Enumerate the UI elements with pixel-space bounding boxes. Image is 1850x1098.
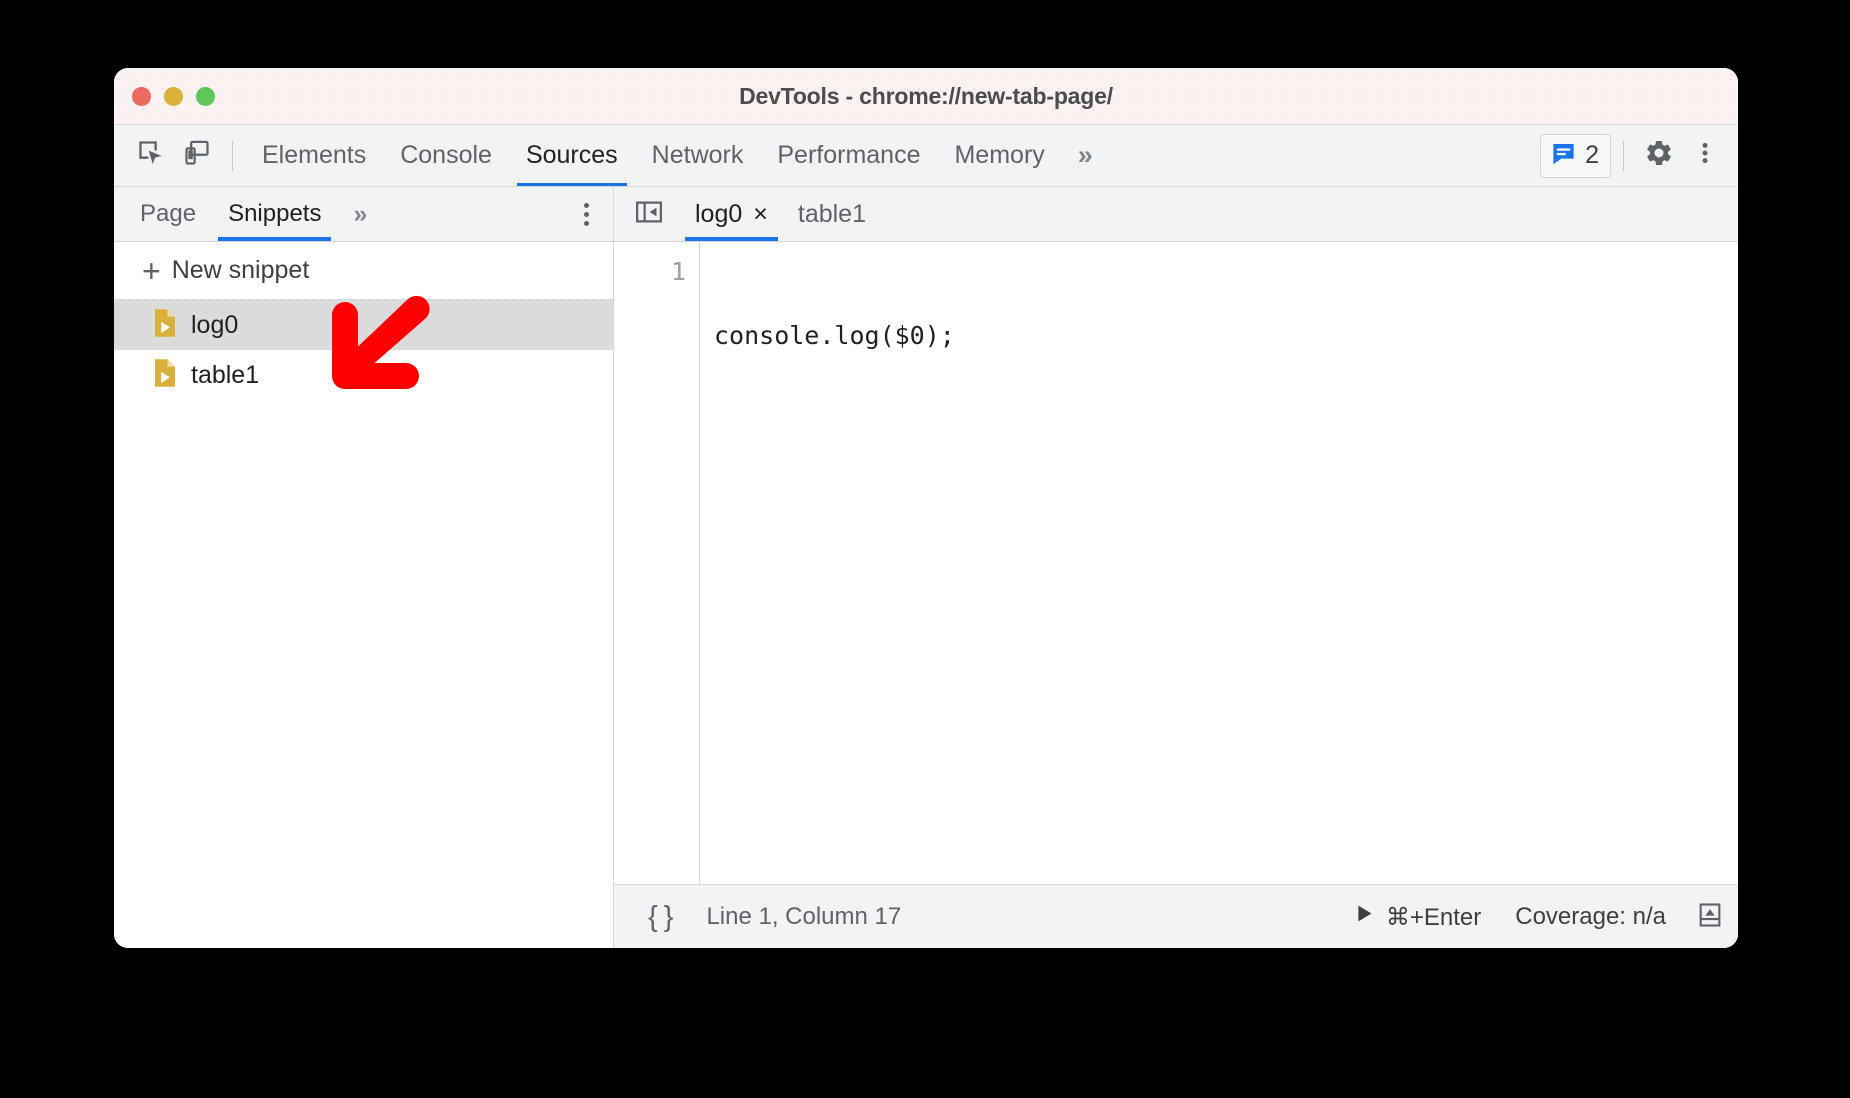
tab-elements[interactable]: Elements [245,125,383,186]
sidebar-tab-page[interactable]: Page [124,187,212,241]
show-drawer-button[interactable] [1688,895,1732,939]
more-options-button[interactable] [1682,134,1728,178]
snippet-item-log0-label: log0 [191,310,239,339]
device-toolbar-icon [183,139,211,172]
tab-console-label: Console [400,141,492,169]
chevron-double-right-icon: » [353,199,368,228]
toolbar-divider-right [1623,140,1624,171]
editor-tab-log0-label: log0 [695,199,743,228]
more-panels-button[interactable]: » [1062,125,1109,186]
window-titlebar: DevTools - chrome://new-tab-page/ [114,68,1738,125]
panel-tab-list: Elements Console Sources Network Perform… [245,125,1109,186]
chevron-double-right-icon: » [1077,140,1093,170]
plus-icon: + [142,252,161,289]
tab-elements-label: Elements [262,141,367,169]
snippet-item-table1[interactable]: table1 [114,350,613,400]
sources-panel-body: Page Snippets » + New snippet log0 table… [114,187,1738,948]
snippet-file-icon [152,308,178,343]
code-line-1: console.log($0); [714,320,955,350]
snippet-item-table1-label: table1 [191,360,260,389]
kebab-menu-icon [584,202,589,208]
tab-sources[interactable]: Sources [509,125,635,186]
snippet-file-icon [152,358,178,393]
navigator-sidebar: Page Snippets » + New snippet log0 table… [114,187,614,948]
settings-button[interactable] [1636,134,1682,178]
run-snippet-button[interactable]: ⌘+Enter [1346,903,1489,932]
console-message-badge[interactable]: 2 [1540,133,1611,178]
collapse-sidebar-icon [634,197,664,232]
pretty-print-button[interactable]: { } [636,897,684,938]
sidebar-tab-snippets[interactable]: Snippets [212,187,337,241]
console-message-icon [1550,140,1577,172]
tab-sources-label: Sources [525,141,618,169]
new-snippet-button[interactable]: + New snippet [114,242,613,300]
show-drawer-icon [1696,901,1724,934]
tab-performance[interactable]: Performance [760,125,937,186]
console-message-count: 2 [1585,141,1599,169]
inspect-element-button[interactable] [128,134,174,178]
tab-network-label: Network [651,141,744,169]
snippet-item-log0[interactable]: log0 [114,300,613,350]
sidebar-tab-page-label: Page [140,200,197,227]
line-number-gutter: 1 [614,242,700,884]
editor-tabbar: log0 × table1 [614,187,1738,242]
editor-statusbar: { } Line 1, Column 17 ⌘+Enter Coverage: … [614,884,1738,948]
gear-icon [1644,138,1674,173]
toggle-device-toolbar-button[interactable] [174,134,220,178]
tab-performance-label: Performance [777,141,921,169]
inspect-element-icon [137,139,165,172]
code-editor[interactable]: 1 console.log($0); [614,242,1738,884]
editor-tab-table1-label: table1 [797,199,866,228]
collapse-navigator-button[interactable] [628,193,670,235]
tab-console[interactable]: Console [383,125,509,186]
tab-network[interactable]: Network [635,125,761,186]
editor-tab-log0[interactable]: log0 × [680,187,783,241]
snippet-list: log0 table1 [114,300,613,948]
devtools-main-toolbar: Elements Console Sources Network Perform… [114,125,1738,187]
screenshot-root: DevTools - chrome://new-tab-page/ Elemen… [0,0,1850,1098]
toolbar-divider [232,140,233,171]
navigator-tabbar: Page Snippets » [114,187,613,242]
editor-pane: log0 × table1 1 console.log($0); {} Lin… [614,187,1738,948]
kebab-menu-icon [1692,140,1718,171]
coverage-label: Coverage: n/a [1515,903,1666,930]
play-icon [1354,903,1375,931]
kebab-dot-2 [584,211,589,217]
window-title: DevTools - chrome://new-tab-page/ [739,82,1113,109]
code-content[interactable]: console.log($0); [700,242,1738,884]
line-number-1: 1 [670,257,686,286]
cursor-position-label: Line 1, Column 17 [706,903,902,930]
run-shortcut-label: ⌘+Enter [1385,903,1482,931]
kebab-dot-3 [584,220,589,226]
devtools-window: DevTools - chrome://new-tab-page/ Elemen… [114,68,1738,948]
sidebar-tab-snippets-label: Snippets [228,200,322,227]
tab-memory-label: Memory [954,141,1045,169]
editor-tab-table1[interactable]: table1 [783,187,881,241]
new-snippet-label: New snippet [171,256,310,284]
close-icon[interactable]: × [753,201,768,227]
navigator-more-options-button[interactable] [578,197,595,232]
tab-memory[interactable]: Memory [937,125,1061,186]
more-navigator-tabs-button[interactable]: » [337,187,383,241]
